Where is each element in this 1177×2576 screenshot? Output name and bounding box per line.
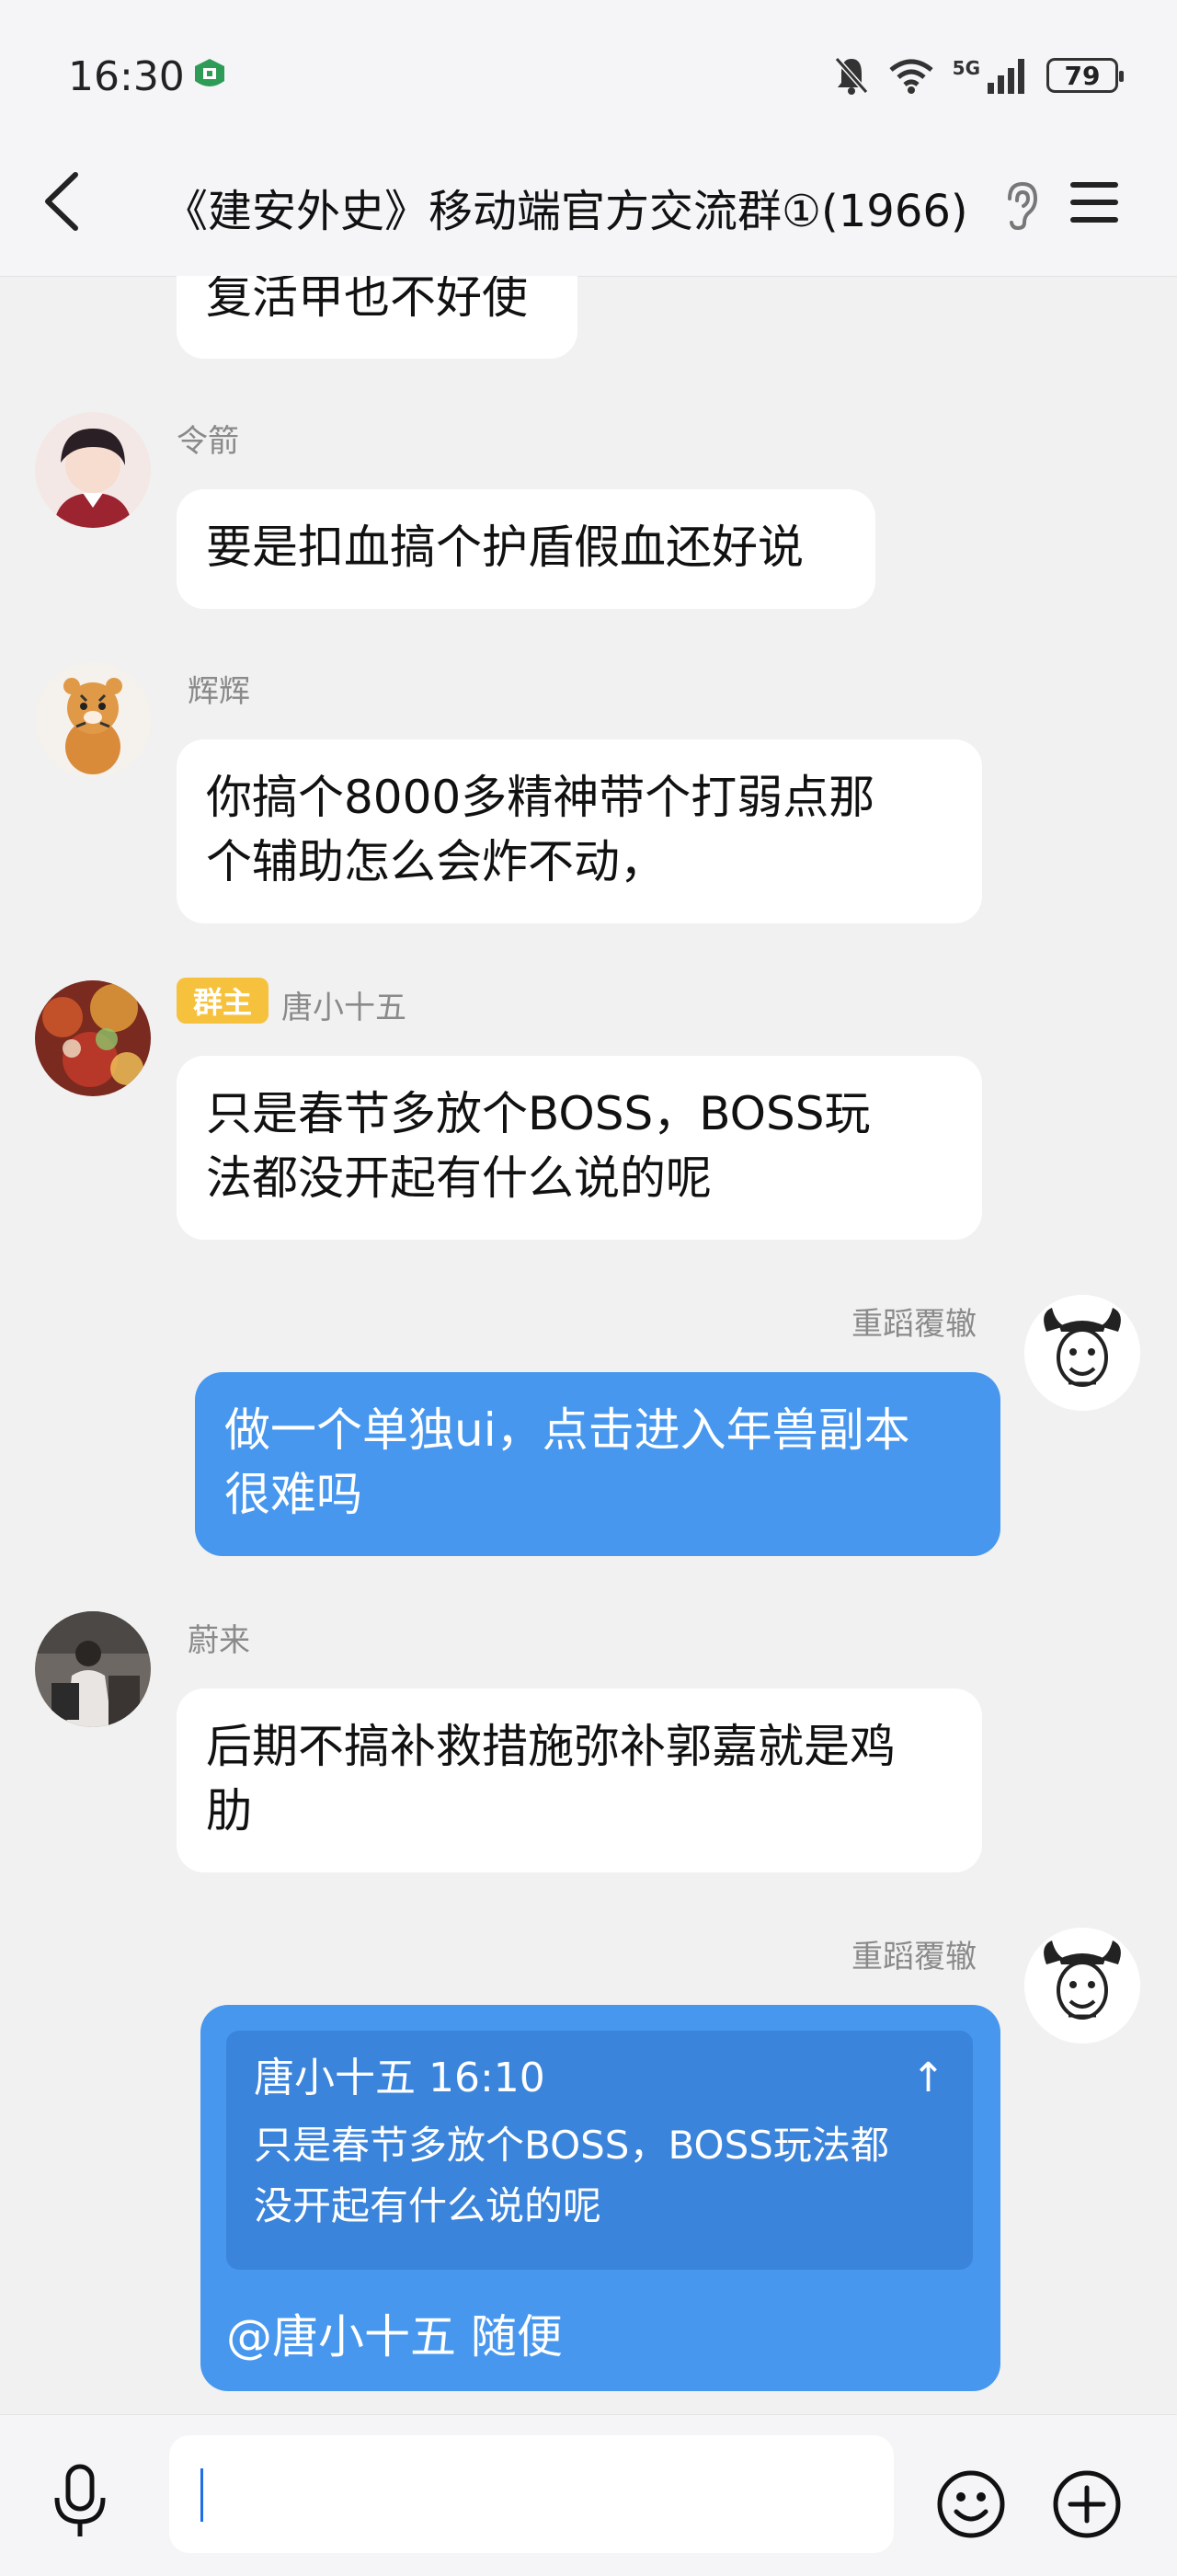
- wifi-icon: [889, 59, 933, 94]
- avatar[interactable]: [35, 662, 151, 778]
- message-bubble[interactable]: 只是春节多放个BOSS，BOSS玩 法都没开起有什么说的呢: [177, 1056, 982, 1240]
- sender-name: 重蹈覆辙: [851, 1306, 977, 1343]
- signal-icon: [988, 59, 1024, 94]
- my-avatar[interactable]: [1024, 1295, 1140, 1411]
- message-text-line: 肋: [206, 1784, 252, 1838]
- avatar-image: [35, 1611, 151, 1727]
- sender-name: 令箭: [177, 423, 239, 460]
- app-notification-icon: [195, 59, 224, 86]
- group-owner-badge: 群主: [177, 978, 269, 1024]
- sender-name: 重蹈覆辙: [851, 1939, 977, 1975]
- message-bubble[interactable]: 要是扣血搞个护盾假血还好说: [177, 489, 875, 609]
- message-bubble[interactable]: 做一个单独ui，点击进入年兽副本 很难吗: [195, 1372, 1000, 1556]
- reply-text: @唐小十五 随便: [226, 2310, 563, 2364]
- more-actions-button[interactable]: [1052, 2469, 1122, 2539]
- my-avatar[interactable]: [1024, 1928, 1140, 2044]
- battery-icon: 79: [1046, 58, 1124, 93]
- avatar-image: [35, 662, 151, 778]
- text-cursor: [200, 2468, 203, 2522]
- quote-text-line: 只是春节多放个BOSS，BOSS玩法都: [254, 2123, 889, 2168]
- message-text-line: 你搞个8000多精神带个打弱点那: [206, 771, 875, 824]
- message-text-line: 很难吗: [224, 1468, 362, 1521]
- voice-input-button[interactable]: [48, 2463, 112, 2540]
- avatar[interactable]: [35, 412, 151, 528]
- quote-jump-icon[interactable]: ↑: [911, 2051, 945, 2106]
- message-text-line: 法都没开起有什么说的呢: [206, 1151, 712, 1205]
- status-bar: 16:30 5G 79: [0, 0, 1177, 156]
- emoji-button[interactable]: [936, 2469, 1006, 2539]
- message-bubble[interactable]: 后期不搞补救措施弥补郭嘉就是鸡 肋: [177, 1689, 982, 1872]
- status-time: 16:30: [68, 53, 185, 100]
- avatar-image: [35, 980, 151, 1096]
- sender-name: 唐小十五: [281, 990, 406, 1026]
- avatar-image: [35, 412, 151, 528]
- avatar-image: [1024, 1295, 1140, 1411]
- mute-bell-icon: [834, 57, 868, 95]
- message-text-line: 只是春节多放个BOSS，BOSS玩: [206, 1087, 871, 1140]
- quote-header: 唐小十五 16:10: [254, 2055, 545, 2101]
- message-input[interactable]: [169, 2435, 894, 2553]
- sender-name: 蔚来: [188, 1622, 250, 1659]
- sender-name: 辉辉: [188, 673, 250, 710]
- message-text: 要是扣血搞个护盾假血还好说: [206, 521, 804, 574]
- message-bubble[interactable]: 复活甲也不好使: [177, 276, 577, 359]
- avatar[interactable]: [35, 1611, 151, 1727]
- network-type-label: 5G: [952, 57, 980, 79]
- message-text-line: 做一个单独ui，点击进入年兽副本: [224, 1403, 910, 1457]
- avatar[interactable]: [35, 980, 151, 1096]
- message-bubble[interactable]: 你搞个8000多精神带个打弱点那 个辅助怎么会炸不动，: [177, 739, 982, 923]
- quoted-message[interactable]: 唐小十五 16:10 ↑ 只是春节多放个BOSS，BOSS玩法都 没开起有什么说…: [226, 2031, 973, 2270]
- quote-text-line: 没开起有什么说的呢: [254, 2183, 602, 2228]
- message-text: 复活甲也不好使: [206, 276, 528, 324]
- message-text-line: 个辅助怎么会炸不动，: [206, 835, 666, 888]
- group-title[interactable]: 《建安外史》移动端官方交流群①(1966): [164, 175, 968, 239]
- ear-mode-icon[interactable]: [1002, 180, 1039, 230]
- menu-button[interactable]: [1068, 180, 1120, 224]
- message-text-line: 后期不搞补救措施弥补郭嘉就是鸡: [206, 1720, 896, 1773]
- back-button[interactable]: [40, 171, 83, 232]
- avatar-image: [1024, 1928, 1140, 2044]
- battery-level: 79: [1064, 60, 1101, 91]
- status-icons: 5G 79: [833, 55, 1124, 96]
